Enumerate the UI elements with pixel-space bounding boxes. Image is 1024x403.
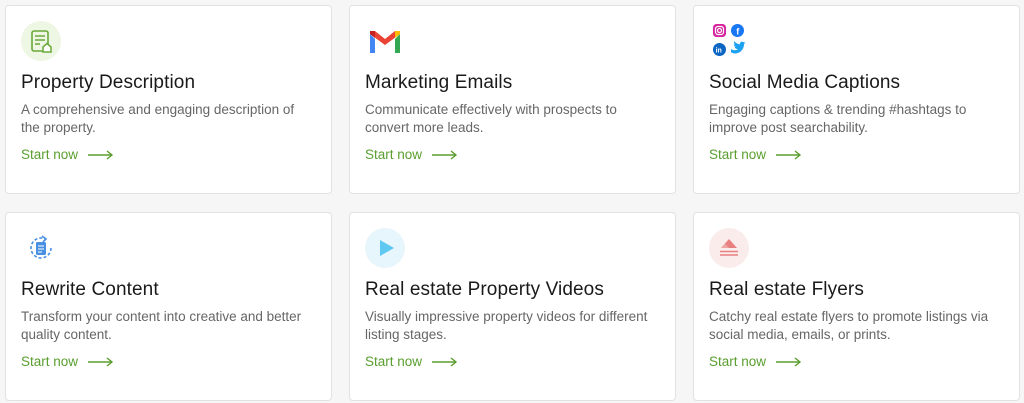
card-description: Transform your content into creative and… — [21, 309, 302, 342]
arrow-right-icon — [88, 149, 114, 160]
arrow-right-icon — [776, 149, 802, 160]
flyer-icon — [709, 228, 749, 268]
start-now-link[interactable]: Start now — [365, 354, 458, 369]
gmail-icon — [365, 21, 405, 61]
start-now-link[interactable]: Start now — [365, 147, 458, 162]
arrow-right-icon — [432, 356, 458, 367]
start-now-label: Start now — [365, 354, 423, 369]
start-now-label: Start now — [709, 147, 767, 162]
arrow-right-icon — [432, 149, 458, 160]
play-video-icon — [365, 228, 405, 268]
card-title: Property Description — [21, 72, 196, 93]
svg-text:in: in — [716, 47, 722, 54]
start-now-label: Start now — [21, 354, 79, 369]
start-now-link[interactable]: Start now — [709, 147, 802, 162]
document-house-icon — [21, 21, 61, 61]
card-marketing-emails[interactable]: Marketing Emails Communicate effectively… — [349, 5, 676, 194]
card-description: A comprehensive and engaging description… — [21, 102, 295, 135]
start-now-label: Start now — [21, 147, 79, 162]
card-rewrite-content[interactable]: Rewrite Content Transform your content i… — [5, 212, 332, 401]
arrow-right-icon — [88, 356, 114, 367]
card-social-media-captions[interactable]: f in Social Media Captions Engaging capt… — [693, 5, 1020, 194]
card-property-description[interactable]: Property Description A comprehensive and… — [5, 5, 332, 194]
linkedin-icon: in — [713, 43, 726, 56]
twitter-icon — [731, 41, 746, 54]
card-title: Real estate Property Videos — [365, 279, 604, 300]
instagram-icon — [713, 24, 726, 37]
card-property-videos[interactable]: Real estate Property Videos Visually imp… — [349, 212, 676, 401]
card-title: Rewrite Content — [21, 279, 159, 300]
tools-grid: Property Description A comprehensive and… — [0, 0, 1024, 403]
card-description: Communicate effectively with prospects t… — [365, 102, 617, 135]
start-now-label: Start now — [709, 354, 767, 369]
card-description: Engaging captions & trending #hashtags t… — [709, 102, 967, 135]
facebook-icon: f — [731, 24, 744, 37]
card-real-estate-flyers[interactable]: Real estate Flyers Catchy real estate fl… — [693, 212, 1020, 401]
card-title: Marketing Emails — [365, 72, 513, 93]
start-now-label: Start now — [365, 147, 423, 162]
start-now-link[interactable]: Start now — [709, 354, 802, 369]
rewrite-icon — [21, 228, 61, 268]
card-description: Catchy real estate flyers to promote lis… — [709, 309, 989, 342]
card-title: Social Media Captions — [709, 72, 901, 93]
card-title: Real estate Flyers — [709, 279, 864, 300]
arrow-right-icon — [776, 356, 802, 367]
start-now-link[interactable]: Start now — [21, 147, 114, 162]
social-media-icons: f in — [712, 23, 748, 59]
start-now-link[interactable]: Start now — [21, 354, 114, 369]
card-description: Visually impressive property videos for … — [365, 309, 648, 342]
